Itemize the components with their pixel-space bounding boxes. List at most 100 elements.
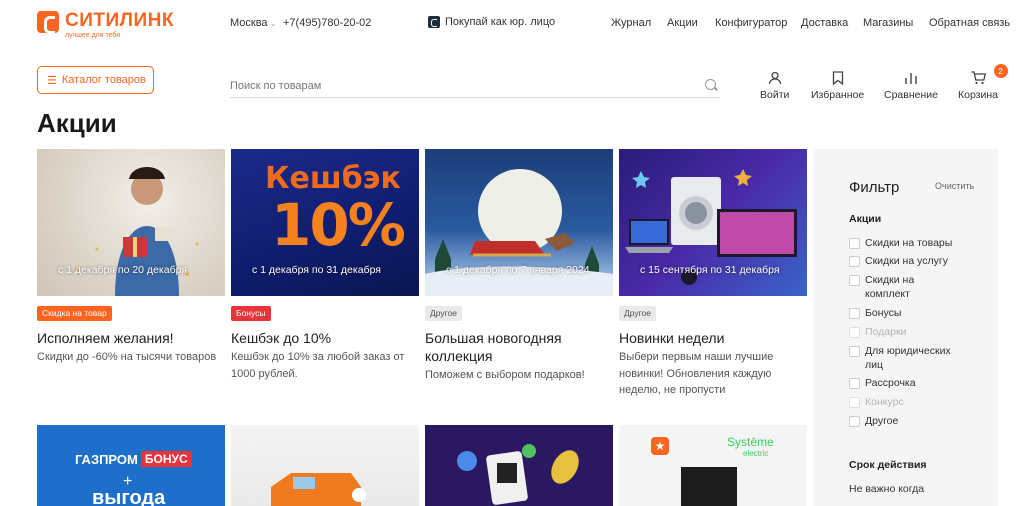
filter-option-label: Конкурс	[865, 396, 904, 408]
promo-image[interactable]	[231, 425, 419, 506]
cashback-banner-amount: 10%	[271, 191, 406, 259]
promo-card[interactable]: с 1 декабря по 20 декабря Скидка на това…	[37, 149, 225, 399]
promo-card[interactable]: с 15 сентября по 31 декабря Другое Новин…	[619, 149, 807, 399]
promo-image[interactable]: ★ Systēme electric	[619, 425, 807, 506]
nav-feedback[interactable]: Обратная связь	[929, 17, 1010, 29]
promo-title[interactable]: Новинки недели	[619, 329, 807, 347]
checkbox[interactable]	[849, 308, 860, 319]
user-icon	[768, 70, 782, 86]
filter-option-label: Скидки на товары	[865, 237, 953, 249]
cart-icon: 2	[971, 64, 1008, 86]
systeme-sub: electric	[743, 449, 769, 458]
promo-title[interactable]: Исполняем желания!	[37, 329, 225, 347]
promo-date: с 1 декабря по 20 декабря	[58, 264, 187, 276]
favorites-label: Избранное	[811, 89, 865, 101]
checkbox[interactable]	[849, 416, 860, 427]
checkbox[interactable]	[849, 275, 860, 286]
favorites-button[interactable]: Избранное	[811, 70, 864, 101]
promo-date: с 1 декабря по 31 декабря	[252, 264, 381, 276]
promo-description: Кешбэк до 10% за любой заказ от 1000 руб…	[231, 351, 405, 380]
nav-configurator[interactable]: Конфигуратор	[715, 17, 787, 29]
search-icon[interactable]	[705, 79, 716, 90]
filter-option-label: Бонусы	[865, 307, 902, 319]
filter-option-label: Другое	[865, 415, 899, 427]
clear-filter-button[interactable]: Очистить	[935, 181, 974, 191]
checkbox	[849, 327, 860, 338]
filter-option[interactable]: Для юридических лиц	[849, 345, 989, 372]
filter-section-duration: Срок действия	[849, 459, 927, 471]
promo-date: с 1 декабря по 7 января 2024	[446, 264, 590, 276]
promo-image[interactable]: с 15 сентября по 31 декабря	[619, 149, 807, 296]
checkbox[interactable]	[849, 238, 860, 249]
nav-stores[interactable]: Магазины	[863, 17, 913, 29]
logo-name: СИТИЛИНК	[65, 10, 174, 31]
filter-option-label: Скидки на услугу	[865, 255, 948, 267]
nav-delivery[interactable]: Доставка	[801, 17, 848, 29]
nav-promotions[interactable]: Акции	[667, 17, 698, 29]
duration-option[interactable]: Не важно когда	[849, 483, 924, 495]
catalog-button-label: Каталог товаров	[61, 74, 146, 86]
filter-option[interactable]: Скидки на комплект	[849, 274, 989, 301]
filter-title: Фильтр	[849, 179, 900, 196]
filter-option-label: Для юридических лиц	[865, 345, 951, 371]
gazprom-logo: ГАЗПРОМ БОНУС	[75, 451, 192, 467]
promo-title[interactable]: Кешбэк до 10%	[231, 329, 419, 347]
promo-image[interactable]: с 1 декабря по 7 января 2024	[425, 149, 613, 296]
filter-option: Конкурс	[849, 396, 989, 410]
search-bar	[230, 74, 720, 98]
compare-icon	[904, 70, 918, 86]
ups-device	[681, 467, 737, 506]
checkbox[interactable]	[849, 346, 860, 357]
filter-option: Подарки	[849, 326, 989, 340]
filter-panel: Фильтр Очистить Акции Скидки на товары С…	[813, 149, 998, 506]
business-link-label: Покупай как юр. лицо	[445, 16, 556, 28]
chevron-down-icon: ⌄	[269, 19, 277, 28]
promo-description: Выбери первым наши лучшие новинки! Обнов…	[619, 351, 774, 396]
filter-option-label: Рассрочка	[865, 377, 916, 389]
filter-option-label: Скидки на комплект	[865, 274, 915, 300]
filter-section-promotions: Акции	[849, 213, 882, 225]
filter-option[interactable]: Скидки на услугу	[849, 255, 989, 269]
city-label: Москва	[230, 17, 268, 29]
promo-card[interactable]: с 1 декабря по 7 января 2024 Другое Боль…	[425, 149, 613, 399]
promo-tag: Другое	[425, 306, 463, 321]
promo-title[interactable]: Большая новогодняя коллекция	[425, 329, 613, 365]
catalog-button[interactable]: ☰ Каталог товаров	[37, 66, 154, 94]
checkbox	[849, 397, 860, 408]
promo-image[interactable]: с 1 декабря по 20 декабря	[37, 149, 225, 296]
list-icon: ☰	[47, 74, 57, 87]
filter-option[interactable]: Другое	[849, 415, 989, 429]
filter-option[interactable]: Бонусы	[849, 307, 989, 321]
gazprom-bonus: БОНУС	[140, 451, 192, 467]
promo-image[interactable]: Кешбэк 10% с 1 декабря по 31 декабря	[231, 149, 419, 296]
promo-tag: Бонусы	[231, 306, 271, 321]
promo-image[interactable]: ГАЗПРОМ БОНУС + выгода	[37, 425, 225, 506]
filter-option[interactable]: Рассрочка	[849, 377, 989, 391]
business-link[interactable]: Покупай как юр. лицо	[428, 16, 555, 28]
compare-label: Сравнение	[884, 89, 938, 101]
promo-card[interactable]: Кешбэк 10% с 1 декабря по 31 декабря Бон…	[231, 149, 419, 399]
login-button[interactable]: Войти	[760, 70, 789, 101]
bookmark-icon	[832, 70, 844, 86]
promo-description: Скидки до -60% на тысячи товаров	[37, 351, 217, 363]
nav-journal[interactable]: Журнал	[611, 17, 651, 29]
gazprom-sub: выгода	[92, 487, 166, 506]
city-selector[interactable]: Москва ⌄	[230, 17, 276, 29]
compare-button[interactable]: Сравнение	[884, 70, 938, 101]
cart-count-badge: 2	[993, 64, 1008, 78]
cart-button[interactable]: 2 Корзина	[958, 64, 1008, 101]
phone-number[interactable]: +7(495)780-20-02	[283, 17, 371, 29]
top-bar: СИТИЛИНК лучшее для тебя Москва ⌄ +7(495)…	[0, 0, 1024, 50]
page-title: Акции	[37, 108, 117, 138]
promo-image[interactable]	[425, 425, 613, 506]
checkbox[interactable]	[849, 256, 860, 267]
filter-option[interactable]: Скидки на товары	[849, 237, 989, 251]
cart-label: Корзина	[958, 89, 998, 101]
filter-option-label: Подарки	[865, 326, 907, 338]
citilink-logo[interactable]: СИТИЛИНК лучшее для тебя	[37, 11, 174, 39]
search-input[interactable]	[230, 79, 690, 92]
star-icon: ★	[651, 437, 669, 455]
checkbox[interactable]	[849, 378, 860, 389]
logo-slogan: лучшее для тебя	[65, 32, 121, 39]
promo-tag: Другое	[619, 306, 657, 321]
